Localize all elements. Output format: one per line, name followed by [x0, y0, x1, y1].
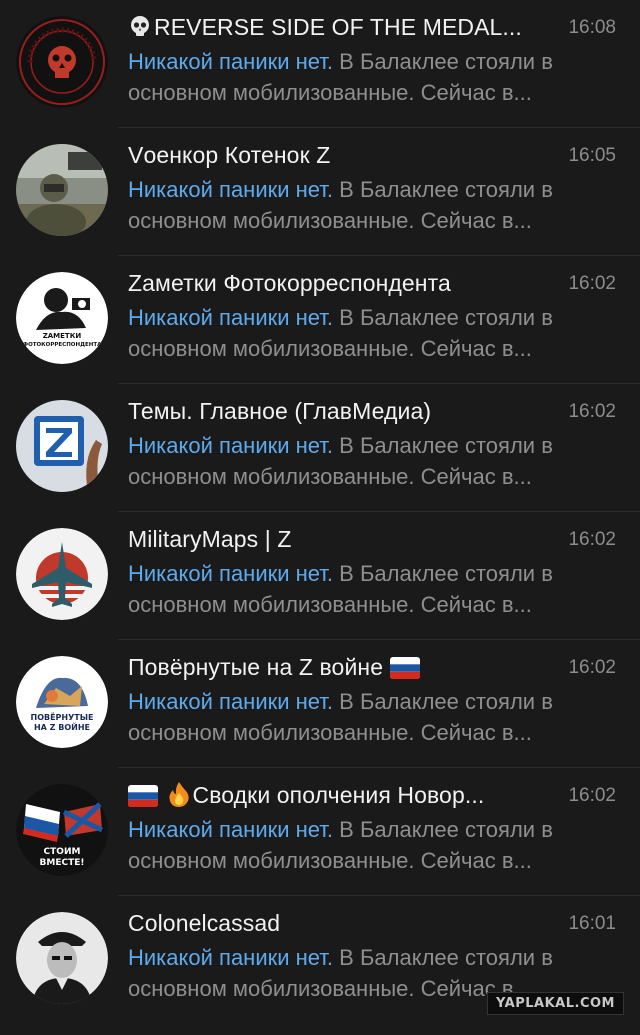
chat-item-zametki-foto[interactable]: ZАМЕТКИ ФОТОКОРРЕСПОНДЕНТА Zаметки Фоток… — [0, 256, 640, 384]
chat-item-svodki-opolcheniya[interactable]: СТОИМ ВМЕСТЕ! Сводки ополчения Новор... … — [0, 768, 640, 896]
chat-time: 16:02 — [568, 273, 616, 294]
chat-item-voenkor-kotenok[interactable]: Vоенкор Котенок Z 16:05 Никакой паники н… — [0, 128, 640, 256]
chat-preview: Никакой паники нет. В Балаклее стояли в … — [128, 558, 620, 622]
chat-title: Vоенкор Котенок Z — [128, 142, 331, 168]
chat-preview: Никакой паники нет. В Балаклее стояли в … — [128, 46, 620, 110]
preview-sender: Никакой паники нет. — [128, 817, 334, 842]
chat-list: REVERSE SIDE OF THE MEDAL... 16:08 Никак… — [0, 0, 640, 1035]
chat-title: Zаметки Фотокорреспондента — [128, 270, 451, 296]
russia-flag-icon — [389, 656, 420, 686]
russia-flag-icon — [128, 784, 158, 814]
chat-time: 16:01 — [568, 913, 616, 934]
chat-time: 16:02 — [568, 529, 616, 550]
chat-preview: Никакой паники нет. В Балаклее стояли в … — [128, 430, 620, 494]
avatar-caption-2: ФОТОКОРРЕСПОНДЕНТА — [23, 342, 102, 348]
watermark: YAPLAKAL.COM — [487, 992, 624, 1015]
preview-sender: Никакой паники нет. — [128, 433, 334, 458]
chat-preview: Никакой паники нет. В Балаклее стояли в … — [128, 814, 620, 878]
chat-title: Темы. Главное (ГлавМедиа) — [128, 398, 432, 424]
chat-preview: Никакой паники нет. В Балаклее стояли в … — [128, 302, 620, 366]
chat-item-temy-glavnoe[interactable]: Темы. Главное (ГлавМедиа) 16:02 Никакой … — [0, 384, 640, 512]
z-letter-avatar[interactable] — [16, 400, 108, 492]
povernutye-avatar[interactable]: ПОВЁРНУТЫЕ НА Z ВОЙНЕ — [16, 656, 108, 748]
chat-title: Colonelcassad — [128, 910, 281, 936]
preview-sender: Никакой паники нет. — [128, 945, 334, 970]
chat-title-text: Повёрнутые на Z войне — [128, 654, 384, 680]
chat-title: REVERSE SIDE OF THE MEDAL... — [128, 12, 548, 46]
soldier-photo-avatar[interactable] — [16, 144, 108, 236]
chat-time: 16:02 — [568, 785, 616, 806]
chat-title-text: Сводки ополчения Новор... — [192, 782, 485, 808]
chat-preview: Никакой паники нет. В Балаклее стояли в … — [128, 174, 620, 238]
preview-sender: Никакой паники нет. — [128, 177, 334, 202]
preview-sender: Никакой паники нет. — [128, 689, 334, 714]
preview-sender: Никакой паники нет. — [128, 561, 334, 586]
chat-time: 16:02 — [568, 401, 616, 422]
chat-title: Повёрнутые на Z войне — [128, 652, 548, 686]
preview-sender: Никакой паники нет. — [128, 49, 334, 74]
chat-preview: Никакой паники нет. В Балаклее стояли в … — [128, 686, 620, 750]
fire-icon — [167, 781, 191, 814]
chat-time: 16:02 — [568, 657, 616, 678]
flags-avatar[interactable]: СТОИМ ВМЕСТЕ! — [16, 784, 108, 876]
avatar-caption-1: СТОИМ — [44, 847, 81, 857]
avatar-caption-1: ZАМЕТКИ — [43, 332, 82, 340]
photographer-logo-avatar[interactable]: ZАМЕТКИ ФОТОКОРРЕСПОНДЕНТА — [16, 272, 108, 364]
chat-time: 16:05 — [568, 145, 616, 166]
chat-time: 16:08 — [568, 17, 616, 38]
chat-title-text: REVERSE SIDE OF THE MEDAL... — [154, 14, 522, 40]
chat-title: MilitaryMaps | Z — [128, 526, 292, 552]
skull-icon — [128, 15, 152, 46]
chat-title: Сводки ополчения Новор... — [128, 780, 548, 814]
chat-item-reverse-side[interactable]: REVERSE SIDE OF THE MEDAL... 16:08 Никак… — [0, 0, 640, 128]
preview-sender: Никакой паники нет. — [128, 305, 334, 330]
fighter-jet-avatar[interactable] — [16, 528, 108, 620]
officer-portrait-avatar[interactable] — [16, 912, 108, 1004]
skull-logo-avatar[interactable] — [16, 16, 108, 108]
chat-item-militarymaps[interactable]: MilitaryMaps | Z 16:02 Никакой паники не… — [0, 512, 640, 640]
avatar-caption-1: ПОВЁРНУТЫЕ — [31, 712, 94, 722]
chat-item-povernutye[interactable]: ПОВЁРНУТЫЕ НА Z ВОЙНЕ Повёрнутые на Z во… — [0, 640, 640, 768]
avatar-caption-2: ВМЕСТЕ! — [40, 858, 85, 868]
avatar-caption-2: НА Z ВОЙНЕ — [34, 721, 90, 732]
